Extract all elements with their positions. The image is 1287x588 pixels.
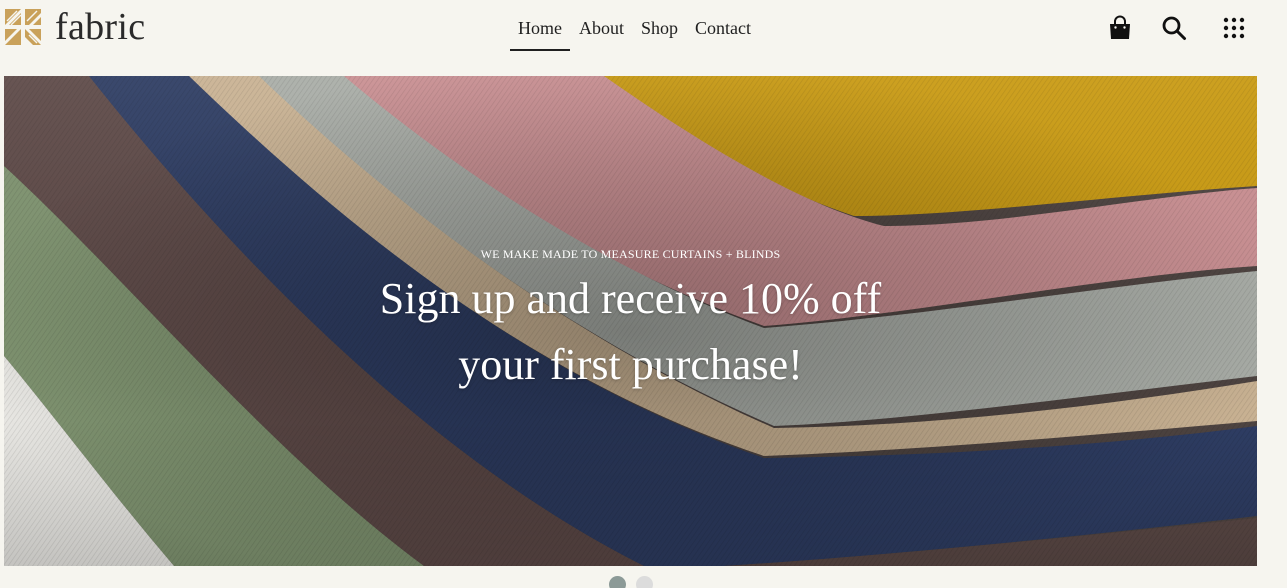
carousel-dot-1[interactable]: [609, 576, 626, 588]
carousel-dot-2[interactable]: [636, 576, 653, 588]
search-button[interactable]: [1161, 14, 1187, 42]
hero-kicker: WE MAKE MADE TO MEASURE CURTAINS + BLIND…: [480, 247, 781, 261]
brand-name: fabric: [55, 6, 146, 48]
site-header: fabric Home About Shop Contact: [0, 0, 1287, 56]
carousel-pagination: [609, 576, 663, 588]
nav-about[interactable]: About: [571, 14, 632, 50]
main-navigation: Home About Shop Contact: [510, 14, 759, 51]
hero-banner[interactable]: WE MAKE MADE TO MEASURE CURTAINS + BLIND…: [4, 76, 1257, 566]
woven-fabric-logo-icon: [3, 7, 43, 47]
nav-shop[interactable]: Shop: [633, 14, 686, 50]
menu-button[interactable]: [1221, 14, 1247, 42]
nav-contact[interactable]: Contact: [687, 14, 759, 50]
hero-title-line-2: your first purchase!: [458, 340, 803, 389]
grid-menu-icon: [1223, 17, 1245, 39]
shopping-bag-icon: [1110, 15, 1130, 39]
cart-button[interactable]: [1107, 14, 1133, 42]
nav-home[interactable]: Home: [510, 14, 570, 51]
hero-title-line-1: Sign up and receive 10% off: [379, 274, 882, 323]
hero-title: Sign up and receive 10% off your first p…: [4, 266, 1257, 398]
search-icon: [1162, 16, 1186, 40]
brand-logo[interactable]: fabric: [3, 7, 145, 47]
